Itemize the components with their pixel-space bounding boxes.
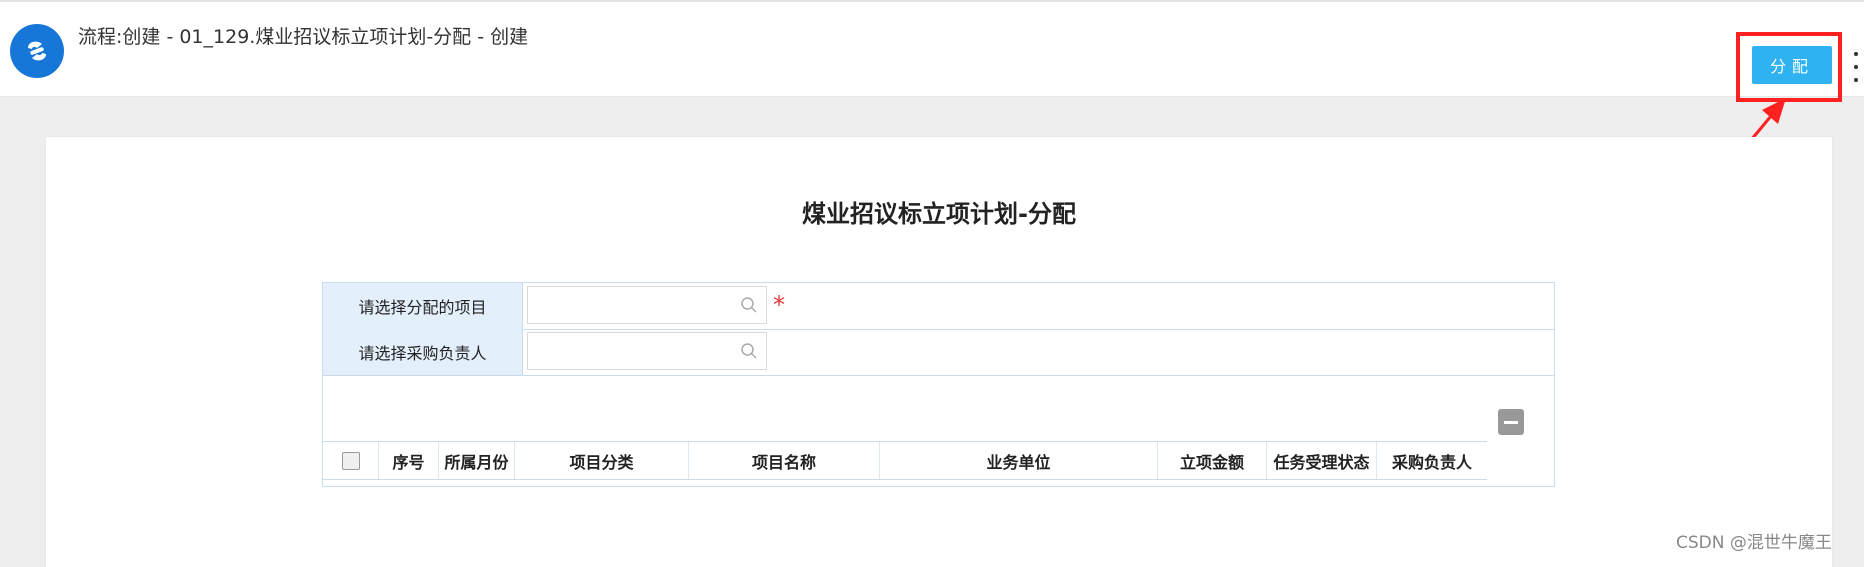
col-header-amount: 立项金额	[1158, 442, 1267, 479]
col-header-month: 所属月份	[439, 442, 515, 479]
col-header-category: 项目分类	[515, 442, 689, 479]
minus-icon	[1504, 420, 1518, 424]
field-row-project: 请选择分配的项目 *	[323, 283, 1554, 330]
search-icon[interactable]	[740, 342, 758, 360]
required-mark: *	[773, 291, 785, 319]
select-all-checkbox[interactable]	[341, 451, 360, 470]
col-header-index: 序号	[379, 442, 439, 479]
more-vertical-icon[interactable]	[1853, 52, 1859, 82]
field-row-buyer: 请选择采购负责人	[323, 329, 1554, 376]
watermark: CSDN @混世牛魔王	[1676, 533, 1832, 553]
field-label-buyer: 请选择采购负责人	[323, 329, 523, 375]
buyer-select-field[interactable]	[527, 332, 767, 370]
col-header-business-unit: 业务单位	[880, 442, 1158, 479]
select-all-cell	[323, 442, 379, 479]
project-select-field[interactable]	[527, 286, 767, 324]
items-table-header: 序号 所属月份 项目分类 项目名称 业务单位 立项金额 任务受理状态 采购负责人	[323, 441, 1487, 480]
collapse-button[interactable]	[1498, 409, 1524, 435]
col-header-project-name: 项目名称	[689, 442, 880, 479]
project-input[interactable]	[528, 287, 744, 321]
highlight-box	[1736, 32, 1842, 102]
form-card: 煤业招议标立项计划-分配 请选择分配的项目 * 请选择采购负责人 序号 所属月份…	[46, 137, 1832, 567]
col-header-buyer: 采购负责人	[1391, 452, 1472, 472]
form-title: 煤业招议标立项计划-分配	[802, 200, 1076, 228]
app-logo-icon	[10, 24, 64, 78]
col-header-status: 任务受理状态	[1267, 442, 1377, 479]
buyer-input[interactable]	[528, 333, 744, 367]
field-label-project: 请选择分配的项目	[323, 283, 523, 329]
search-icon[interactable]	[740, 296, 758, 314]
header-bar: 流程:创建 - 01_129.煤业招议标立项计划-分配 - 创建	[0, 2, 1864, 97]
page-title: 流程:创建 - 01_129.煤业招议标立项计划-分配 - 创建	[78, 26, 529, 48]
form-table: 请选择分配的项目 * 请选择采购负责人 序号 所属月份 项目分类 项目名称 业务…	[322, 282, 1555, 487]
